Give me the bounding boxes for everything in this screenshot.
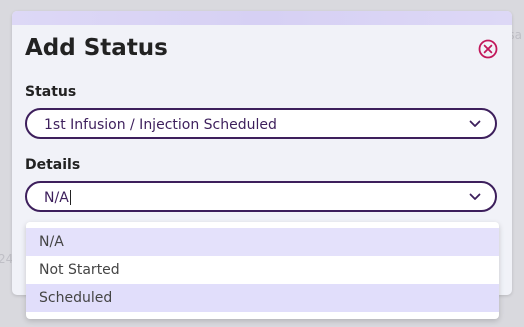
details-select[interactable]: N/A (25, 181, 497, 212)
details-dropdown-menu: N/A Not Started Scheduled (26, 222, 499, 319)
close-circle-icon (478, 39, 498, 59)
dropdown-option[interactable]: Not Started (26, 256, 499, 284)
status-select-value: 1st Infusion / Injection Scheduled (44, 117, 277, 133)
close-button[interactable] (478, 39, 498, 59)
chevron-down-icon (469, 193, 481, 200)
text-caret (69, 190, 71, 205)
chevron-down-icon (469, 120, 481, 127)
modal-top-bar (12, 11, 512, 25)
details-select-value: N/A (44, 190, 71, 206)
dropdown-option[interactable]: Scheduled (26, 284, 499, 312)
dropdown-option[interactable]: N/A (26, 228, 499, 256)
details-label: Details (25, 157, 81, 173)
status-select[interactable]: 1st Infusion / Injection Scheduled (25, 108, 497, 139)
status-label: Status (25, 84, 77, 100)
modal-title: Add Status (25, 35, 168, 61)
